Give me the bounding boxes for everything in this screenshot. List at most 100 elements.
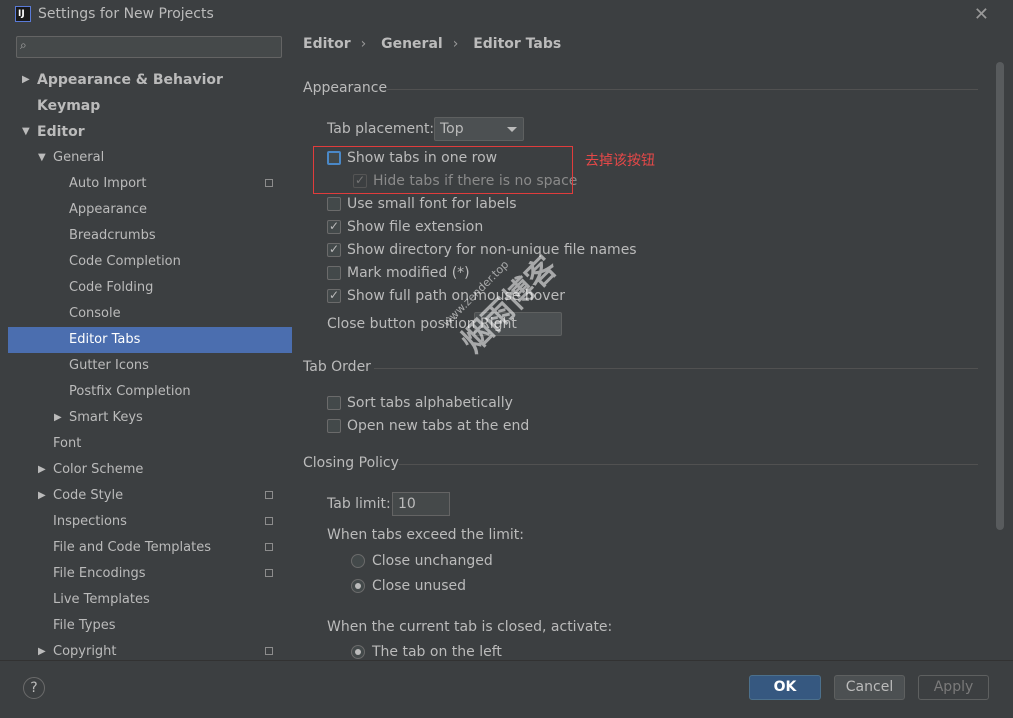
tab-on-left-radio[interactable] [351,645,365,659]
open-at-end-checkbox[interactable] [327,419,341,433]
project-scope-icon [265,569,273,577]
show-full-path-checkbox[interactable] [327,288,341,303]
sidebar-item-label: Editor [37,124,85,140]
sidebar-item-label: Code Style [53,488,124,503]
tab-on-left-label[interactable]: The tab on the left [372,644,502,660]
section-tab-order: Tab Order [303,359,371,375]
sidebar-item-label: Inspections [53,514,127,529]
breadcrumb-separator: › [360,36,367,52]
content-scrollbar[interactable] [996,62,1004,530]
project-scope-icon [265,491,273,499]
breadcrumb-general[interactable]: General [381,36,443,52]
intellij-icon: IJ [15,6,31,22]
close-icon[interactable]: ✕ [974,4,989,25]
tab-limit-input[interactable]: 10 [392,492,450,516]
sidebar-item[interactable]: Code Completion [8,249,292,275]
small-font-label[interactable]: Use small font for labels [347,196,517,212]
sidebar-item[interactable]: Appearance [8,197,292,223]
show-file-extension-checkbox[interactable] [327,219,341,234]
chevron-down-icon[interactable]: ▼ [38,145,46,171]
sidebar-item-label: General [53,150,105,165]
dialog-button-bar: ? OK Cancel Apply [0,660,1013,718]
close-button-position-label: Close button position: [327,316,481,332]
sidebar-item[interactable]: File and Code Templates [8,535,292,561]
sidebar-item[interactable]: Font [8,431,292,457]
sidebar-item[interactable]: Gutter Icons [8,353,292,379]
help-button[interactable]: ? [23,677,45,699]
apply-button[interactable]: Apply [918,675,989,700]
sidebar-item-label: Color Scheme [53,462,144,477]
show-directory-checkbox[interactable] [327,242,341,257]
chevron-down-icon [507,127,517,132]
sidebar-item-label: Appearance [69,202,148,217]
close-unused-label[interactable]: Close unused [372,578,466,594]
title-bar: IJ Settings for New Projects ✕ [0,0,1013,30]
sidebar-item-label: Breadcrumbs [69,228,156,243]
sidebar-item[interactable]: ▶ Appearance & Behavior [8,67,292,93]
sidebar-item-label: Keymap [37,98,101,114]
sidebar-item-label: File Types [53,618,116,633]
sidebar-item[interactable]: Keymap [8,93,292,119]
chevron-right-icon[interactable]: ▶ [38,639,46,660]
sidebar-item[interactable]: Editor Tabs [8,327,292,353]
sidebar-item-label: Code Completion [69,254,181,269]
activate-label: When the current tab is closed, activate… [327,619,613,635]
sidebar-item[interactable]: Code Folding [8,275,292,301]
search-input[interactable]: ⌕ [16,36,282,58]
sort-alphabetically-label[interactable]: Sort tabs alphabetically [347,395,513,411]
section-divider [374,368,978,369]
breadcrumb-editor[interactable]: Editor [303,36,351,52]
mark-modified-label[interactable]: Mark modified (*) [347,265,470,281]
sidebar-item[interactable]: Inspections [8,509,292,535]
section-divider [387,89,978,90]
sidebar-item-label: Live Templates [53,592,150,607]
sidebar-item-label: File Encodings [53,566,146,581]
sidebar-item[interactable]: ▼ General [8,145,292,171]
breadcrumb: Editor › General › Editor Tabs [303,36,571,52]
tab-placement-select[interactable]: Top [434,117,524,141]
sidebar-item[interactable]: ▶ Code Style [8,483,292,509]
sidebar-item[interactable]: Breadcrumbs [8,223,292,249]
tab-placement-label: Tab placement: [327,121,435,137]
sidebar-item-label: Auto Import [69,176,147,191]
open-at-end-label[interactable]: Open new tabs at the end [347,418,529,434]
section-divider [399,464,978,465]
settings-content: Editor › General › Editor Tabs Appearance … [292,30,1013,660]
ok-button[interactable]: OK [749,675,821,700]
sort-alphabetically-checkbox[interactable] [327,396,341,410]
mark-modified-checkbox[interactable] [327,266,341,280]
sidebar-item[interactable]: Postfix Completion [8,379,292,405]
annotation-highlight-box [313,146,573,194]
sidebar-item[interactable]: File Types [8,613,292,639]
chevron-down-icon[interactable]: ▼ [22,119,30,145]
sidebar-item[interactable]: Live Templates [8,587,292,613]
sidebar-item[interactable]: ▶ Copyright [8,639,292,660]
sidebar-item[interactable]: Auto Import [8,171,292,197]
sidebar-item-label: Smart Keys [69,410,143,425]
section-closing-policy: Closing Policy [303,455,399,471]
sidebar-item[interactable]: ▶ Smart Keys [8,405,292,431]
chevron-right-icon[interactable]: ▶ [38,483,46,509]
cancel-button[interactable]: Cancel [834,675,905,700]
tab-limit-label: Tab limit: [327,496,391,512]
chevron-right-icon[interactable]: ▶ [54,405,62,431]
chevron-right-icon[interactable]: ▶ [22,67,30,93]
breadcrumb-editor-tabs: Editor Tabs [473,36,562,52]
sidebar-item-label: Appearance & Behavior [37,72,223,88]
project-scope-icon [265,647,273,655]
sidebar-item[interactable]: File Encodings [8,561,292,587]
show-directory-label[interactable]: Show directory for non-unique file names [347,242,637,258]
show-full-path-label[interactable]: Show full path on mouse hover [347,288,565,304]
close-unused-radio[interactable] [351,579,365,593]
chevron-right-icon[interactable]: ▶ [38,457,46,483]
show-file-extension-label[interactable]: Show file extension [347,219,483,235]
close-unchanged-label[interactable]: Close unchanged [372,553,493,569]
sidebar-item[interactable]: ▼ Editor [8,119,292,145]
section-appearance: Appearance [303,80,388,96]
close-button-position-select[interactable]: Right [474,312,562,336]
close-unchanged-radio[interactable] [351,554,365,568]
sidebar-item[interactable]: Console [8,301,292,327]
small-font-checkbox[interactable] [327,197,341,211]
window-title: Settings for New Projects [38,6,214,22]
sidebar-item[interactable]: ▶ Color Scheme [8,457,292,483]
